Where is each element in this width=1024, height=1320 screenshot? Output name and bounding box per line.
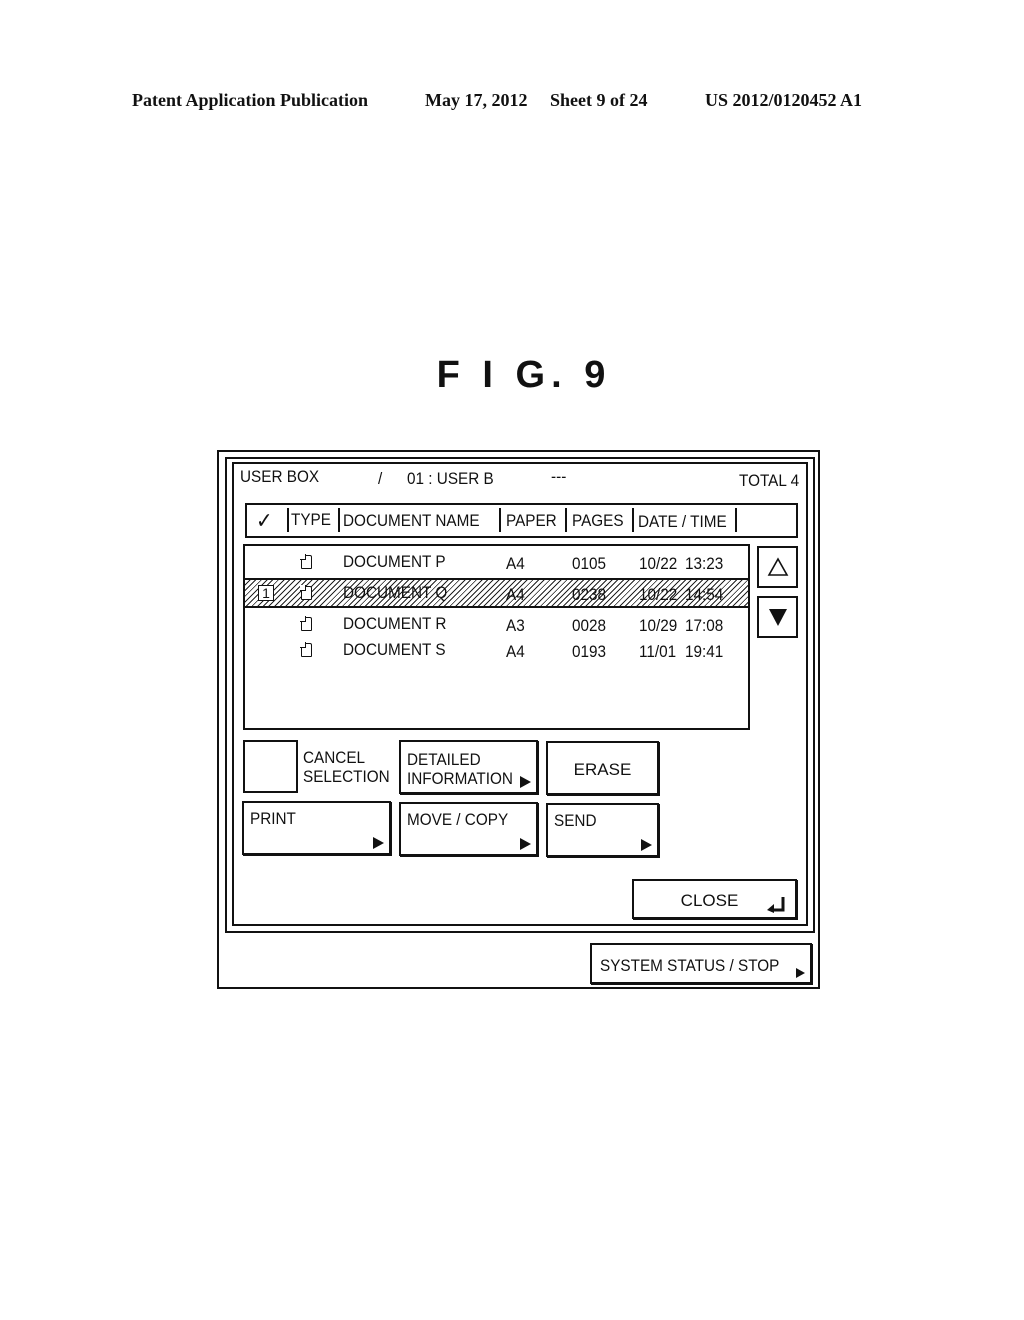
document-row[interactable]: DOCUMENT R A3 0028 10/29 17:08 [245,611,748,637]
column-divider [565,508,567,532]
column-header-date-time[interactable]: DATE / TIME [638,512,727,532]
document-icon [301,586,312,600]
document-date: 11/01 [639,642,677,661]
arrow-right-icon [373,837,384,849]
document-paper: A4 [506,585,525,604]
figure-title: F I G. 9 [436,354,612,396]
document-pages: 0105 [572,554,607,573]
column-header-document-name[interactable]: DOCUMENT NAME [343,511,480,531]
document-date: 10/22 [639,585,678,604]
cancel-selection-button[interactable] [243,740,298,793]
column-header-type[interactable]: TYPE [291,510,331,530]
document-pages: 0193 [572,642,607,661]
publication-date: May 17, 2012 [425,90,528,110]
user-box-label: USER BOX [240,467,320,486]
close-button[interactable]: CLOSE [632,879,797,919]
system-status-stop-label: SYSTEM STATUS / STOP [600,956,780,975]
cancel-selection-label-line1[interactable]: CANCEL [303,748,365,767]
document-paper: A4 [506,642,525,661]
enter-return-icon [767,897,785,913]
arrow-right-icon [796,968,805,978]
scroll-up-button[interactable] [757,546,798,588]
triangle-up-outline-icon [767,557,789,576]
document-date: 10/29 [639,616,678,635]
cancel-selection-label-line2[interactable]: SELECTION [303,767,390,786]
system-status-stop-button[interactable]: SYSTEM STATUS / STOP [590,943,812,984]
document-pages: 0028 [572,616,607,635]
column-divider [287,508,289,532]
detailed-information-label-line1: DETAILED [407,750,481,769]
publication-label: Patent Application Publication [132,90,369,110]
move-copy-label: MOVE / COPY [407,810,509,829]
total-count: TOTAL 4 [739,471,800,490]
document-name: DOCUMENT S [343,640,446,659]
erase-button[interactable]: ERASE [546,741,659,795]
document-icon [301,643,312,657]
document-row[interactable]: DOCUMENT P A4 0105 10/22 13:23 [245,549,748,575]
column-divider [338,508,340,532]
column-divider [735,508,737,532]
move-copy-button[interactable]: MOVE / COPY [399,802,538,856]
user-name: 01 : USER B [407,469,494,488]
print-label: PRINT [250,809,296,828]
title-placeholder: --- [551,467,567,486]
document-time: 17:08 [685,616,724,635]
detailed-information-label-line2: INFORMATION [407,769,513,788]
arrow-right-icon [520,776,531,788]
document-icon [301,555,312,569]
document-time: 14:54 [685,585,724,604]
print-button[interactable]: PRINT [242,801,391,855]
check-column-icon[interactable]: ✓ [256,508,273,534]
triangle-down-filled-icon [769,609,787,626]
column-divider [632,508,634,532]
patent-number: US 2012/0120452 A1 [705,90,863,110]
document-time: 13:23 [685,554,724,573]
document-pages: 0238 [572,585,607,604]
document-name: DOCUMENT P [343,552,446,571]
document-name: DOCUMENT Q [343,583,448,602]
title-separator: / [378,469,383,488]
document-row-selected[interactable]: 1 DOCUMENT Q A4 0238 10/22 14:54 [245,578,748,608]
arrow-right-icon [641,839,652,851]
document-paper: A4 [506,554,525,573]
column-header-paper[interactable]: PAPER [506,511,557,531]
patent-header: Patent Application Publication May 17, 2… [132,90,892,112]
document-date: 10/22 [639,554,678,573]
document-name: DOCUMENT R [343,614,447,633]
send-button[interactable]: SEND [546,803,659,857]
erase-label: ERASE [573,760,632,779]
document-time: 19:41 [685,642,724,661]
scroll-down-button[interactable] [757,596,798,638]
column-divider [499,508,501,532]
document-paper: A3 [506,616,525,635]
detailed-information-button[interactable]: DETAILED INFORMATION [399,740,538,794]
arrow-right-icon [520,838,531,850]
column-header-pages[interactable]: PAGES [572,511,624,531]
document-row[interactable]: DOCUMENT S A4 0193 11/01 19:41 [245,638,748,664]
sheet-number: Sheet 9 of 24 [550,90,648,110]
document-icon [301,617,312,631]
send-label: SEND [554,811,597,830]
selection-order-badge: 1 [258,585,274,601]
